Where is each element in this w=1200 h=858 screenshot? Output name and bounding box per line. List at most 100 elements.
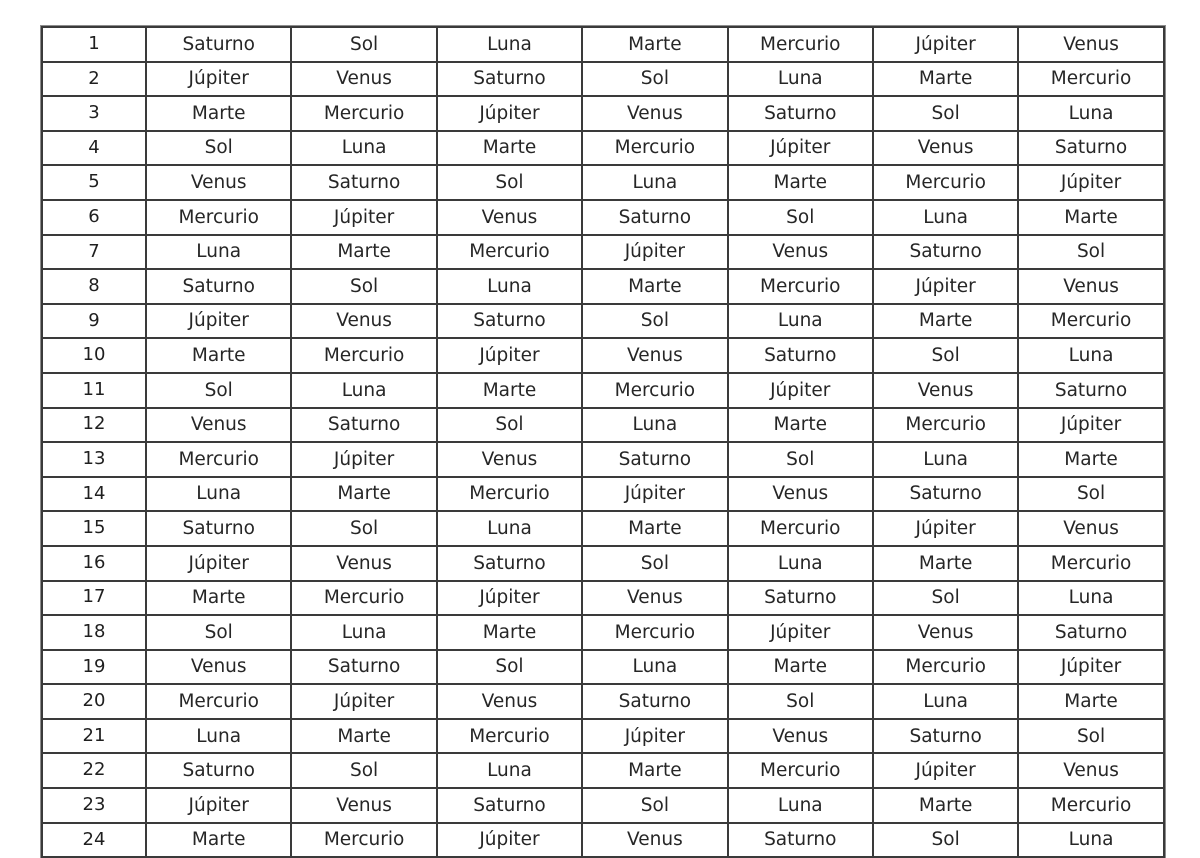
planet-cell: Marte xyxy=(871,60,1020,98)
planet-cell: Venus xyxy=(581,579,729,617)
table-row: 5 Venus Saturno Sol Luna Marte Mercurio Júpiter xyxy=(41,164,1165,201)
planet-cell: Júpiter xyxy=(871,510,1020,547)
table-row: 23 Júpiter Venus Saturno Sol Luna Marte Mercuri… xyxy=(41,787,1165,824)
row-index-cell: 23 xyxy=(41,787,147,824)
table-row: 20 Mercurio Júpiter Venus Saturno Sol Luna Mart… xyxy=(41,683,1165,720)
planet-cell: Saturno xyxy=(726,337,874,374)
planet-cell: Venus xyxy=(1017,510,1165,547)
planet-cell: Marte xyxy=(435,129,584,167)
planet-cell: Luna xyxy=(1017,579,1165,617)
planet-cell: Venus xyxy=(726,475,874,513)
planet-cell: Mercurio xyxy=(871,164,1020,201)
planet-cell: Júpiter xyxy=(435,821,584,858)
planet-cell: Marte xyxy=(871,302,1020,340)
row-index-cell: 22 xyxy=(41,752,147,790)
table-row: 9 Júpiter Venus Saturno Sol Luna Marte Mercurio xyxy=(41,302,1165,340)
planet-cell: Mercurio xyxy=(581,614,729,651)
planet-cell: Saturno xyxy=(1017,129,1165,167)
planet-cell: Júpiter xyxy=(290,198,438,236)
planet-cell: Luna xyxy=(144,233,293,271)
table-row: 8 Saturno Sol Luna Marte Mercurio Júpiter Venus xyxy=(41,268,1165,305)
table-row: 12 Venus Saturno Sol Luna Marte Mercurio Júpite… xyxy=(41,406,1165,444)
planet-cell: Sol xyxy=(435,648,584,686)
planet-cell: Luna xyxy=(871,198,1020,236)
planet-cell: Sol xyxy=(581,302,729,340)
planet-cell: Saturno xyxy=(144,26,293,63)
planet-cell: Marte xyxy=(144,95,293,132)
planet-cell: Luna xyxy=(290,371,438,409)
planet-cell: Mercurio xyxy=(726,752,874,790)
table-row: 16 Júpiter Venus Saturno Sol Luna Marte Mercuri… xyxy=(41,544,1165,582)
planet-cell: Venus xyxy=(290,60,438,98)
planet-cell: Mercurio xyxy=(290,579,438,617)
planet-cell: Marte xyxy=(726,164,874,201)
planet-cell: Venus xyxy=(435,198,584,236)
planet-cell: Mercurio xyxy=(1017,60,1165,98)
planet-cell: Luna xyxy=(726,60,874,98)
table-row: 10 Marte Mercurio Júpiter Venus Saturno Sol Lun… xyxy=(41,337,1165,374)
table-row: 6 Mercurio Júpiter Venus Saturno Sol Luna Marte xyxy=(41,198,1165,236)
planet-cell: Saturno xyxy=(1017,371,1165,409)
planet-cell: Marte xyxy=(290,717,438,755)
planet-cell: Júpiter xyxy=(1017,648,1165,686)
planet-cell: Venus xyxy=(290,787,438,824)
planet-cell: Venus xyxy=(581,821,729,858)
planet-cell: Sol xyxy=(290,268,438,305)
planet-cell: Luna xyxy=(290,614,438,651)
planet-cell: Mercurio xyxy=(435,475,584,513)
planet-cell: Venus xyxy=(1017,752,1165,790)
planet-cell: Sol xyxy=(1017,475,1165,513)
row-index-cell: 8 xyxy=(41,268,147,305)
planet-cell: Júpiter xyxy=(435,95,584,132)
planet-cell: Marte xyxy=(290,475,438,513)
planet-cell: Marte xyxy=(144,579,293,617)
row-index-cell: 5 xyxy=(41,164,147,201)
row-index-cell: 24 xyxy=(41,821,147,858)
planet-cell: Sol xyxy=(435,406,584,444)
page-root: 1 Saturno Sol Luna Marte Mercurio Júpiter Venus… xyxy=(0,0,1200,858)
planet-cell: Júpiter xyxy=(1017,406,1165,444)
planet-cell: Sol xyxy=(1017,233,1165,271)
planet-cell: Luna xyxy=(726,544,874,582)
planet-cell: Saturno xyxy=(726,821,874,858)
planet-cell: Saturno xyxy=(290,648,438,686)
planet-cell: Saturno xyxy=(581,683,729,720)
planet-cell: Luna xyxy=(435,752,584,790)
table-row: 22 Saturno Sol Luna Marte Mercurio Júpiter Venu… xyxy=(41,752,1165,790)
planet-cell: Saturno xyxy=(1017,614,1165,651)
table-row: 15 Saturno Sol Luna Marte Mercurio Júpiter Venu… xyxy=(41,510,1165,547)
planet-cell: Luna xyxy=(726,302,874,340)
planet-cell: Marte xyxy=(871,544,1020,582)
row-index-cell: 18 xyxy=(41,614,147,651)
planet-cell: Marte xyxy=(581,510,729,547)
planet-cell: Venus xyxy=(290,544,438,582)
row-index-cell: 9 xyxy=(41,302,147,340)
planet-cell: Sol xyxy=(871,821,1020,858)
planet-cell: Saturno xyxy=(435,60,584,98)
planet-cell: Sol xyxy=(290,26,438,63)
table-row: 7 Luna Marte Mercurio Júpiter Venus Saturno Sol xyxy=(41,233,1165,271)
planet-cell: Luna xyxy=(1017,337,1165,374)
planet-cell: Sol xyxy=(726,441,874,478)
planet-cell: Mercurio xyxy=(1017,544,1165,582)
planet-cell: Júpiter xyxy=(435,579,584,617)
planet-cell: Luna xyxy=(871,441,1020,478)
planet-cell: Sol xyxy=(871,95,1020,132)
planet-cell: Luna xyxy=(435,268,584,305)
planet-cell: Saturno xyxy=(435,787,584,824)
planet-cell: Marte xyxy=(1017,198,1165,236)
planet-cell: Venus xyxy=(290,302,438,340)
planet-cell: Luna xyxy=(1017,821,1165,858)
planet-cell: Venus xyxy=(144,648,293,686)
planet-cell: Venus xyxy=(144,406,293,444)
planet-cell: Sol xyxy=(871,337,1020,374)
planet-cell: Marte xyxy=(435,371,584,409)
planet-cell: Luna xyxy=(144,717,293,755)
row-index-cell: 17 xyxy=(41,579,147,617)
planet-cell: Mercurio xyxy=(290,337,438,374)
planet-cell: Marte xyxy=(581,752,729,790)
row-index-cell: 19 xyxy=(41,648,147,686)
planet-cell: Júpiter xyxy=(871,752,1020,790)
planet-cell: Saturno xyxy=(871,233,1020,271)
planet-cell: Saturno xyxy=(290,406,438,444)
